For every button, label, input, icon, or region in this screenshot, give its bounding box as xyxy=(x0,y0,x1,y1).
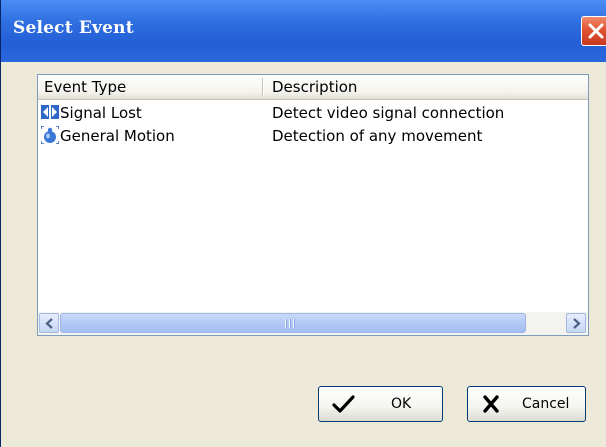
scroll-thumb-grip xyxy=(284,319,296,328)
event-type-cell: General Motion xyxy=(60,127,175,145)
general-motion-icon xyxy=(41,126,59,144)
list-header: Event Type Description xyxy=(38,75,588,100)
title-bar[interactable]: Select Event xyxy=(1,0,606,62)
select-event-dialog: Select Event Event Type Description Sign… xyxy=(0,0,606,447)
scroll-right-button[interactable] xyxy=(566,313,586,333)
checkmark-icon xyxy=(332,395,355,413)
column-header-event-type[interactable]: Event Type xyxy=(44,78,126,96)
list-item[interactable]: General Motion Detection of any movement xyxy=(38,125,588,147)
column-divider[interactable] xyxy=(262,78,263,96)
ok-button[interactable]: OK xyxy=(318,386,443,422)
description-cell: Detection of any movement xyxy=(272,127,483,145)
cancel-label: Cancel xyxy=(522,396,570,412)
chevron-right-icon xyxy=(573,318,581,329)
ok-label: OK xyxy=(391,396,412,412)
column-header-description[interactable]: Description xyxy=(272,78,357,96)
x-mark-icon xyxy=(483,395,499,413)
cancel-button[interactable]: Cancel xyxy=(467,386,586,422)
close-button[interactable] xyxy=(581,16,606,46)
chevron-left-icon xyxy=(45,318,53,329)
event-type-cell: Signal Lost xyxy=(60,104,142,122)
event-list[interactable]: Event Type Description Signal Lost Detec… xyxy=(37,74,589,336)
signal-lost-icon xyxy=(41,105,59,119)
description-cell: Detect video signal connection xyxy=(272,104,505,122)
horizontal-scrollbar[interactable] xyxy=(38,312,588,335)
scroll-left-button[interactable] xyxy=(39,313,59,333)
dialog-title: Select Event xyxy=(13,18,134,38)
close-icon xyxy=(588,23,604,39)
scroll-thumb[interactable] xyxy=(60,313,526,333)
list-item[interactable]: Signal Lost Detect video signal connecti… xyxy=(38,102,588,124)
